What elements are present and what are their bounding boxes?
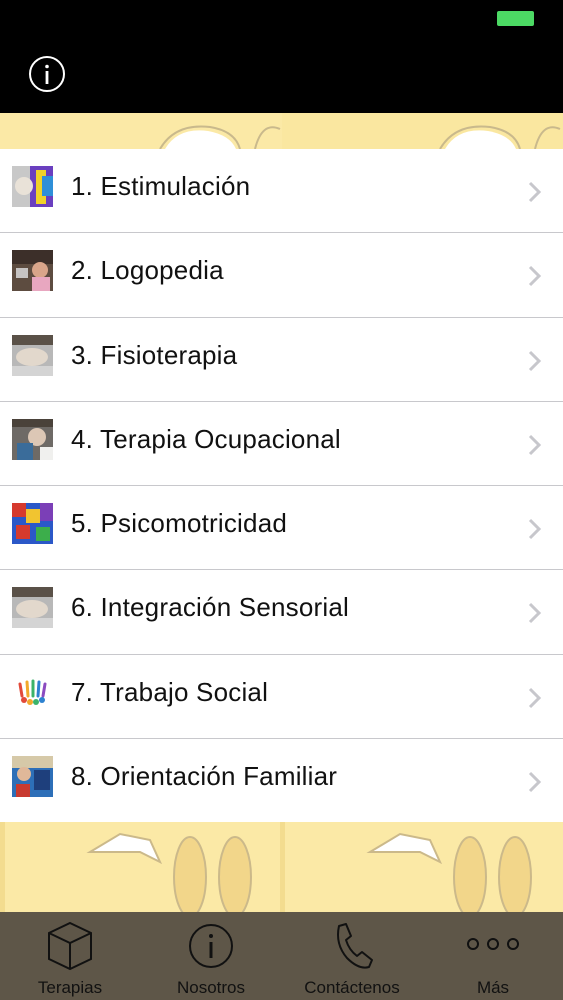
list-item-label: 4. Terapia Ocupacional (71, 423, 341, 454)
tab-bar: Terapias Nosotros Contáctenos Más (0, 912, 563, 1000)
thumbnail-image (12, 503, 53, 545)
thumbnail-image (12, 250, 53, 292)
list-item-label: 6. Integración Sensorial (71, 592, 349, 623)
chevron-right-icon (528, 266, 542, 287)
therapy-list: 1. Estimulación 2. Logopedia 3. Fisioter… (0, 149, 563, 824)
more-dots-icon (467, 938, 519, 950)
list-item-integracion-sensorial[interactable]: 6. Integración Sensorial (0, 570, 563, 655)
chevron-right-icon (528, 772, 542, 793)
tab-contactenos[interactable]: Contáctenos (282, 912, 422, 1000)
chevron-right-icon (528, 603, 542, 624)
chevron-right-icon (528, 687, 542, 708)
background-pattern-bottom (0, 822, 563, 912)
list-item-label: 1. Estimulación (71, 171, 251, 201)
list-item-trabajo-social[interactable]: 7. Trabajo Social (0, 654, 563, 740)
list-item-logopedia[interactable]: 2. Logopedia (0, 233, 563, 318)
tab-label: Contáctenos (304, 978, 400, 997)
thumbnail-image (12, 418, 53, 460)
list-item-label: 5. Psicomotricidad (71, 508, 288, 539)
people-group-icon (12, 671, 53, 713)
chevron-right-icon (528, 350, 542, 371)
chevron-right-icon (528, 519, 542, 540)
list-item-estimulacion[interactable]: 1. Estimulación (0, 149, 563, 234)
background-pattern-top (0, 113, 563, 149)
tab-label: Terapias (37, 978, 103, 997)
info-circle-icon (189, 924, 233, 968)
cube-icon (48, 921, 92, 971)
tab-label: Nosotros (176, 978, 246, 997)
list-item-label: 8. Orientación Familiar (71, 761, 338, 792)
list-item-orientacion-familiar[interactable]: 8. Orientación Familiar (0, 739, 563, 824)
thumbnail-image (12, 587, 53, 629)
list-item-label: 7. Trabajo Social (71, 676, 269, 707)
chevron-right-icon (528, 181, 542, 203)
tab-label: Más (476, 978, 510, 997)
tab-terapias[interactable]: Terapias (0, 912, 140, 1000)
list-item-terapia-ocupacional[interactable]: 4. Terapia Ocupacional (0, 401, 563, 487)
thumbnail-image (12, 334, 53, 376)
info-circle-icon[interactable] (28, 55, 66, 93)
tab-nosotros[interactable]: Nosotros (141, 912, 281, 1000)
chevron-right-icon (528, 434, 542, 455)
tab-mas[interactable]: Más (423, 912, 563, 1000)
list-item-label: 3. Fisioterapia (71, 339, 238, 370)
battery-icon (497, 11, 534, 26)
thumbnail-image (12, 166, 53, 207)
phone-icon (337, 923, 373, 969)
top-bar (0, 0, 563, 113)
thumbnail-image (12, 756, 53, 798)
list-item-psicomotricidad[interactable]: 5. Psicomotricidad (0, 486, 563, 571)
list-item-label: 2. Logopedia (71, 255, 224, 286)
list-item-fisioterapia[interactable]: 3. Fisioterapia (0, 317, 563, 402)
